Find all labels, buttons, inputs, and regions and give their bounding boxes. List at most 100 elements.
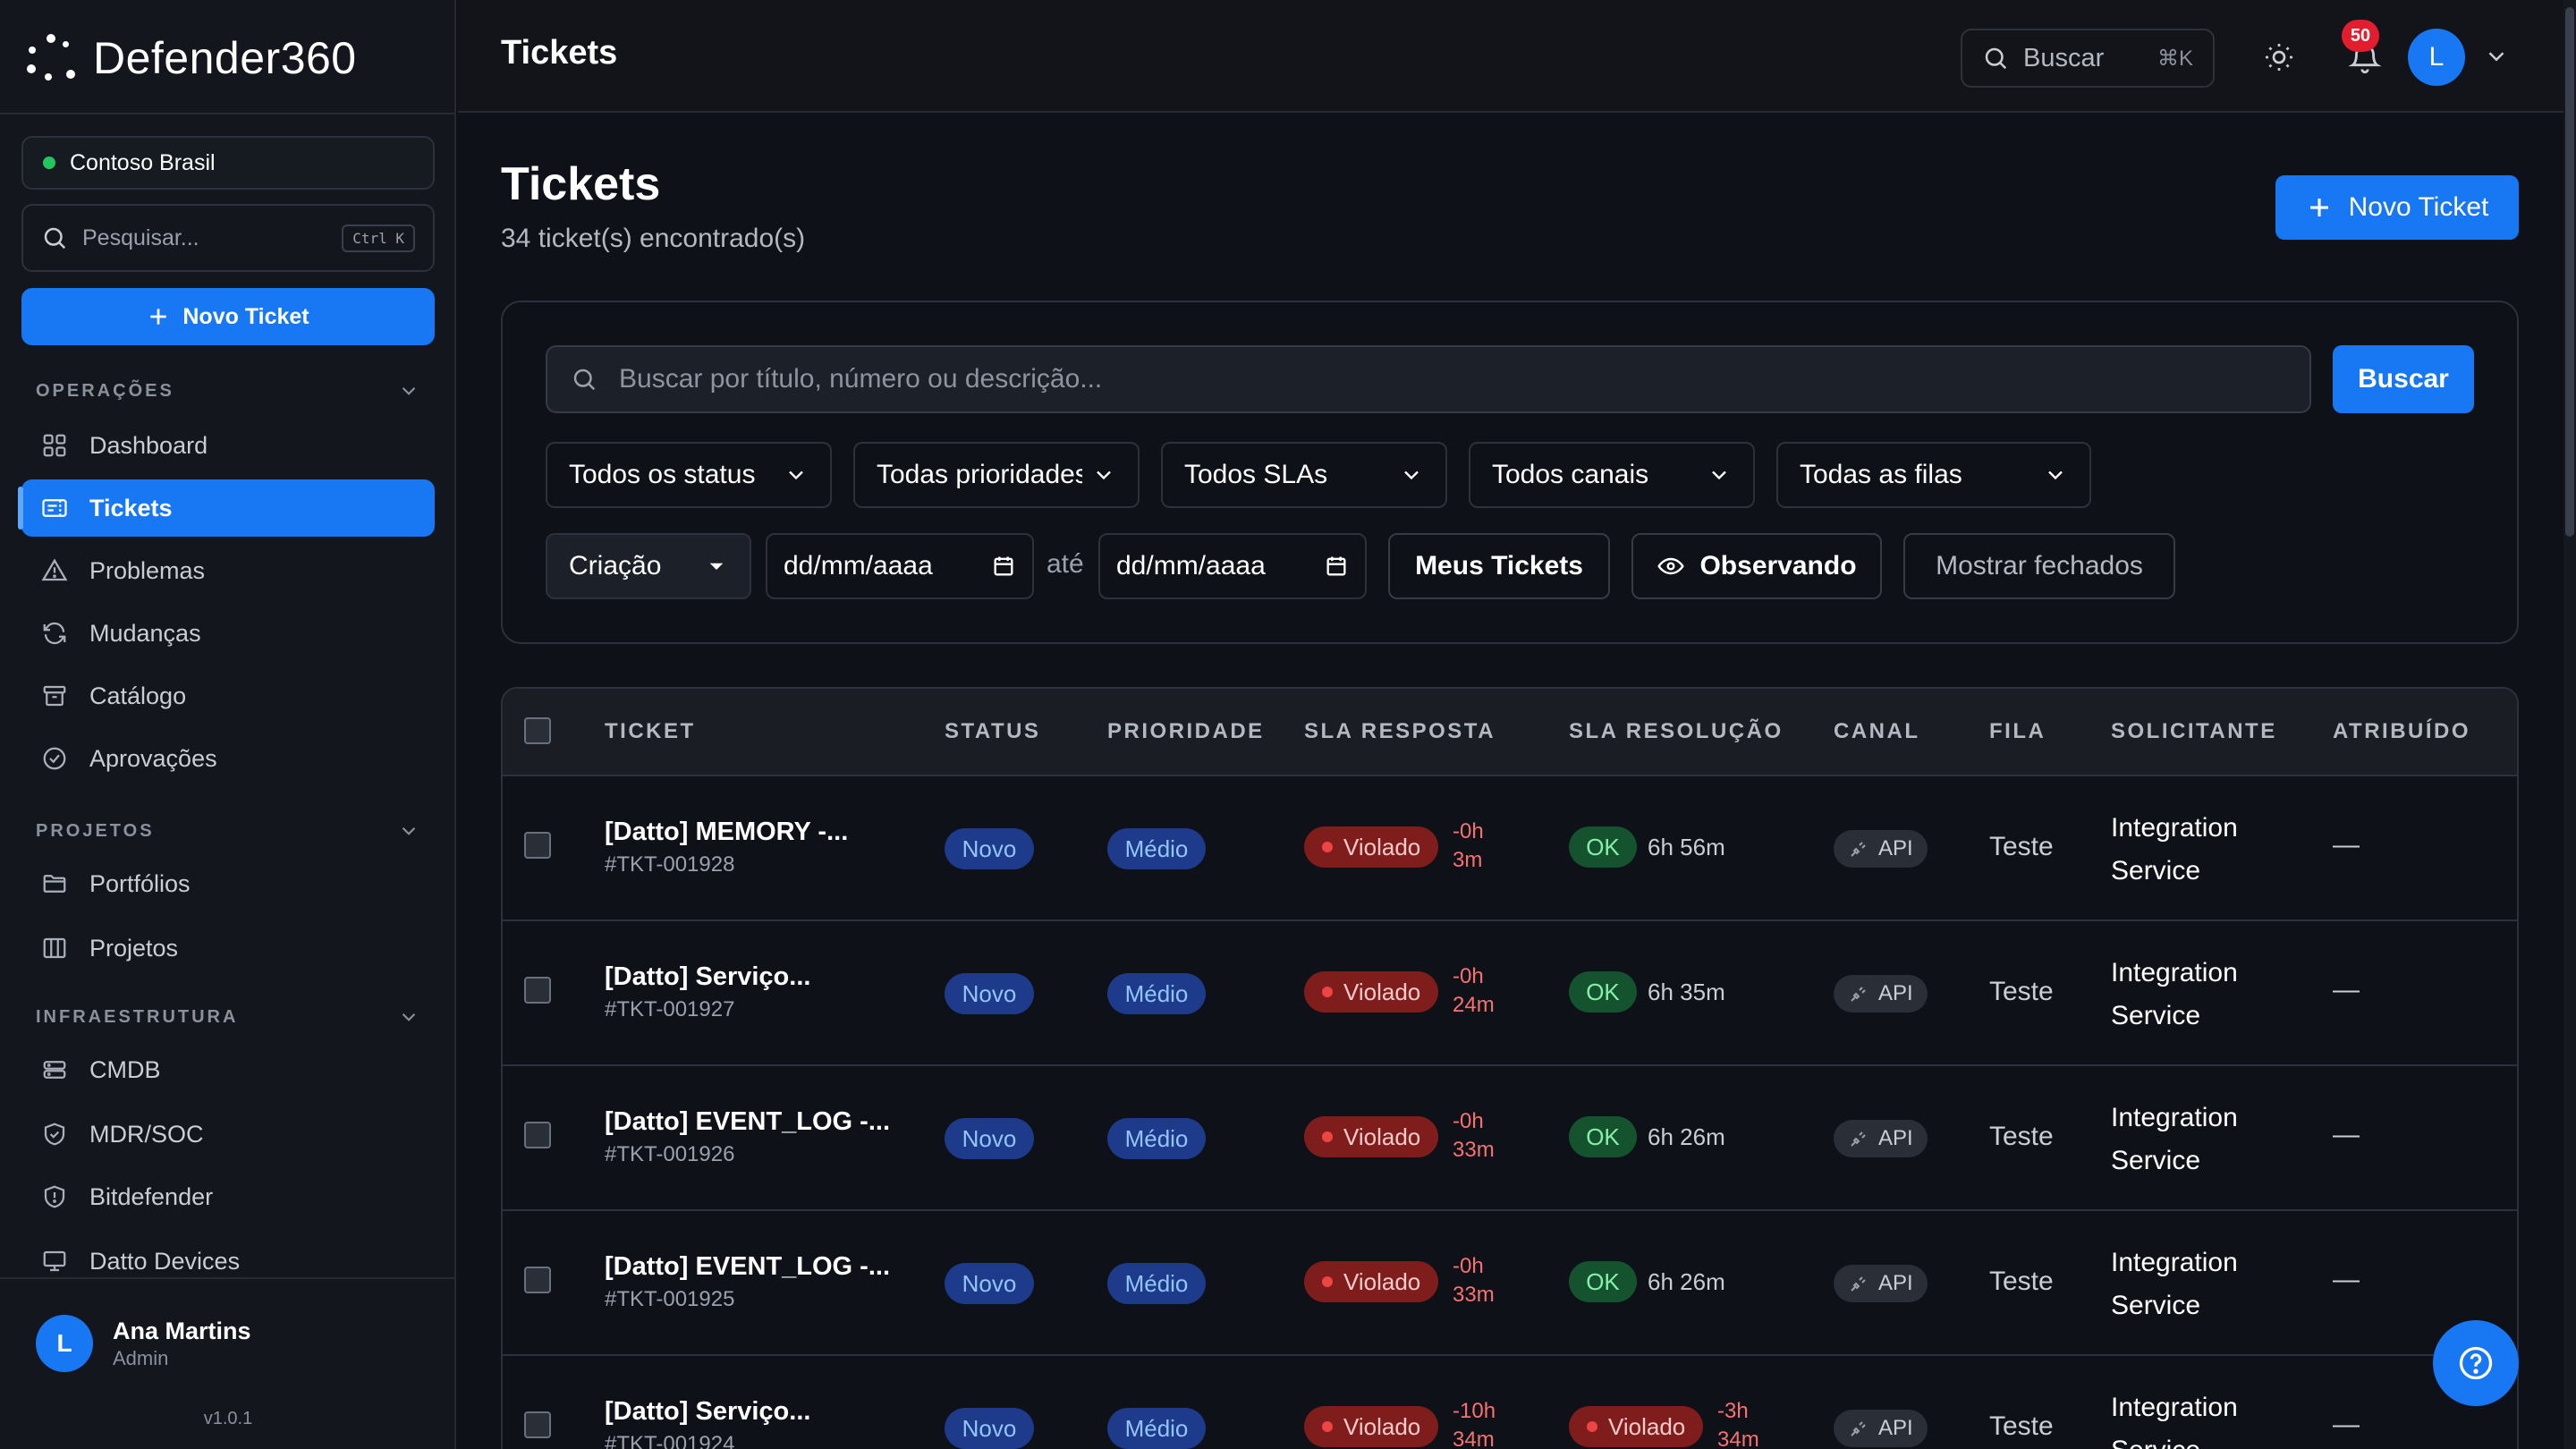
assigned-cell: —	[2333, 1265, 2360, 1294]
sidebar-item-portfolios[interactable]: Portfólios	[21, 855, 435, 912]
sla-filter-select[interactable]: Todos SLAs	[1161, 442, 1447, 508]
sidebar-item-problemas[interactable]: Problemas	[21, 542, 435, 599]
status-filter-value: Todos os status	[569, 460, 756, 489]
shield-check-icon	[39, 1119, 70, 1149]
date-to-input[interactable]: dd/mm/aaaa	[1098, 533, 1367, 599]
global-search-button[interactable]: Buscar ⌘K	[1961, 29, 2215, 88]
ticket-title[interactable]: [Datto] EVENT_LOG -...	[605, 1252, 890, 1282]
ticket-search-input[interactable]: Buscar por título, número ou descrição..…	[546, 345, 2311, 413]
ticket-cell[interactable]: [Datto] Serviço... #TKT-001924	[605, 1397, 810, 1449]
sidebar-item-label: MDR/SOC	[89, 1120, 204, 1148]
sla-resolution-time: 6h 26m	[1648, 1268, 1725, 1295]
date-field-select[interactable]: Criação	[546, 533, 751, 599]
sidebar-item-projetos[interactable]: Projetos	[21, 919, 435, 977]
requester-cell: Integration Service	[2111, 1097, 2238, 1182]
channel-label: API	[1878, 1271, 1913, 1295]
ticket-cell[interactable]: [Datto] EVENT_LOG -... #TKT-001926	[605, 1107, 890, 1167]
queue-filter-select[interactable]: Todas as filas	[1776, 442, 2091, 508]
ticket-cell[interactable]: [Datto] EVENT_LOG -... #TKT-001925	[605, 1252, 890, 1312]
sla-response-minutes: 3m	[1453, 848, 1483, 872]
sidebar-item-catalogo[interactable]: Catálogo	[21, 667, 435, 724]
sla-response-status: Violado	[1343, 833, 1421, 860]
sla-response-time: -0h 33m	[1453, 1107, 1495, 1165]
ticket-title[interactable]: [Datto] Serviço...	[605, 1397, 810, 1427]
column-header-assigned[interactable]: ATRIBUÍDO	[2333, 719, 2470, 744]
row-checkbox[interactable]	[524, 1122, 551, 1148]
column-header-sla-resolution[interactable]: SLA RESOLUÇÃO	[1569, 719, 1784, 744]
table-row[interactable]: [Datto] EVENT_LOG -... #TKT-001926 Novo …	[503, 1064, 2517, 1209]
row-checkbox[interactable]	[524, 832, 551, 859]
sidebar-item-bitdefender[interactable]: Bitdefender	[21, 1168, 435, 1225]
org-selector[interactable]: Contoso Brasil	[21, 136, 435, 190]
search-icon	[573, 369, 596, 391]
channel-label: API	[1878, 1126, 1913, 1150]
new-ticket-button[interactable]: Novo Ticket	[2275, 175, 2519, 240]
select-all-checkbox[interactable]	[524, 717, 551, 744]
channel-label: API	[1878, 836, 1913, 860]
my-tickets-button[interactable]: Meus Tickets	[1388, 533, 1610, 599]
table-row[interactable]: [Datto] MEMORY -... #TKT-001928 Novo Méd…	[503, 775, 2517, 919]
show-closed-button[interactable]: Mostrar fechados	[1903, 533, 2175, 599]
sidebar-item-cmdb[interactable]: CMDB	[21, 1041, 435, 1098]
column-header-ticket[interactable]: TICKET	[605, 719, 696, 744]
status-filter-select[interactable]: Todos os status	[546, 442, 832, 508]
sidebar-item-tickets[interactable]: Tickets	[21, 479, 435, 537]
sla-response-time: -0h 24m	[1453, 962, 1495, 1020]
column-header-status[interactable]: STATUS	[945, 719, 1040, 744]
column-header-channel[interactable]: CANAL	[1834, 719, 1920, 744]
ticket-cell[interactable]: [Datto] Serviço... #TKT-001927	[605, 962, 810, 1022]
column-header-priority[interactable]: PRIORIDADE	[1107, 719, 1265, 744]
sidebar-item-label: Tickets	[89, 494, 173, 521]
channel-filter-select[interactable]: Todos canais	[1469, 442, 1755, 508]
sidebar: Defender360 Contoso Brasil Pesquisar... …	[0, 0, 456, 1449]
sidebar-item-dashboard[interactable]: Dashboard	[21, 417, 435, 474]
scrollbar-thumb[interactable]	[2565, 7, 2574, 537]
row-checkbox[interactable]	[524, 1267, 551, 1293]
ticket-title[interactable]: [Datto] MEMORY -...	[605, 818, 848, 847]
chevron-down-icon[interactable]	[2483, 43, 2510, 70]
row-checkbox[interactable]	[524, 977, 551, 1004]
priority-badge: Médio	[1107, 1118, 1206, 1159]
ticket-icon	[39, 493, 70, 523]
ticket-title[interactable]: [Datto] Serviço...	[605, 962, 810, 992]
watching-button[interactable]: Observando	[1631, 533, 1882, 599]
column-header-queue[interactable]: FILA	[1989, 719, 2046, 744]
avatar: L	[36, 1315, 93, 1372]
column-header-sla-response[interactable]: SLA RESPOSTA	[1304, 719, 1496, 744]
user-profile[interactable]: L Ana Martins Admin	[36, 1315, 251, 1372]
table-row[interactable]: [Datto] Serviço... #TKT-001927 Novo Médi…	[503, 919, 2517, 1064]
date-from-input[interactable]: dd/mm/aaaa	[766, 533, 1034, 599]
priority-filter-select[interactable]: Todas prioridades	[853, 442, 1140, 508]
table-row[interactable]: [Datto] Serviço... #TKT-001924 Novo Médi…	[503, 1354, 2517, 1449]
column-header-requester[interactable]: SOLICITANTE	[2111, 719, 2277, 744]
sidebar-item-aprovacoes[interactable]: Aprovações	[21, 730, 435, 787]
table-row[interactable]: [Datto] EVENT_LOG -... #TKT-001925 Novo …	[503, 1209, 2517, 1354]
sidebar-search[interactable]: Pesquisar... Ctrl K	[21, 204, 435, 272]
active-indicator	[18, 487, 23, 530]
channel-filter-value: Todos canais	[1492, 460, 1649, 489]
section-infraestrutura[interactable]: INFRAESTRUTURA	[36, 1005, 420, 1029]
sidebar-item-mdr-soc[interactable]: MDR/SOC	[21, 1106, 435, 1163]
search-button[interactable]: Buscar	[2333, 345, 2474, 413]
plug-icon	[1851, 1131, 1866, 1147]
section-projetos[interactable]: PROJETOS	[36, 819, 420, 843]
ticket-title[interactable]: [Datto] EVENT_LOG -...	[605, 1107, 890, 1137]
sla-response-time: -0h 3m	[1453, 818, 1484, 875]
requester-cell: Integration Service	[2111, 1241, 2238, 1327]
sidebar-item-mudancas[interactable]: Mudanças	[21, 605, 435, 662]
help-button[interactable]	[2433, 1320, 2519, 1406]
logo[interactable]: Defender360	[27, 27, 357, 89]
sla-resolution-time: -3h 34m	[1717, 1397, 1759, 1449]
ticket-number: #TKT-001926	[605, 1142, 735, 1166]
chevron-down-icon	[402, 386, 416, 395]
sidebar-item-datto-devices[interactable]: Datto Devices	[21, 1233, 435, 1290]
ticket-cell[interactable]: [Datto] MEMORY -... #TKT-001928	[605, 818, 848, 877]
section-operacoes[interactable]: OPERAÇÕES	[36, 379, 420, 402]
row-checkbox[interactable]	[524, 1411, 551, 1438]
sidebar-new-ticket-button[interactable]: Novo Ticket	[21, 288, 435, 345]
sidebar-item-label: Mudanças	[89, 619, 201, 647]
search-icon	[1985, 47, 2007, 70]
theme-toggle-button[interactable]	[2258, 36, 2301, 79]
sla-response-status: Violado	[1343, 978, 1421, 1005]
user-avatar-button[interactable]: L	[2408, 29, 2465, 86]
